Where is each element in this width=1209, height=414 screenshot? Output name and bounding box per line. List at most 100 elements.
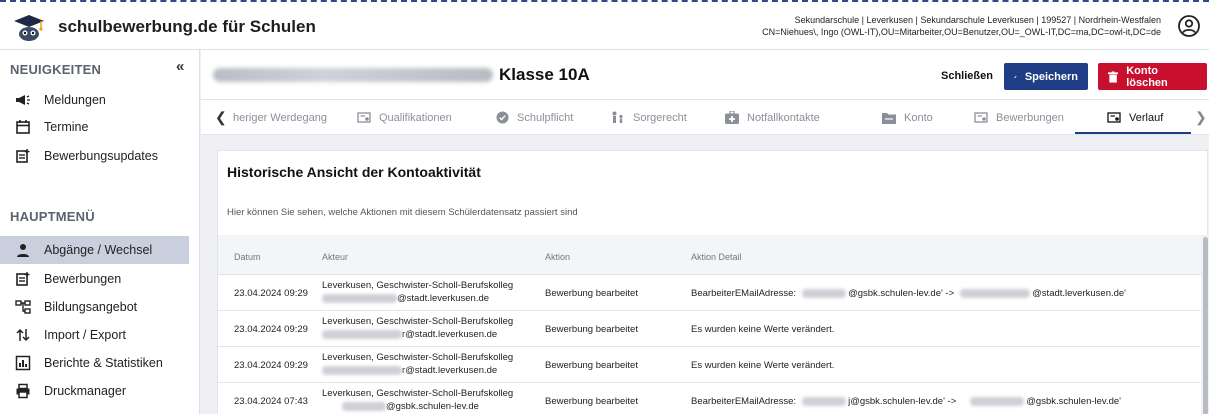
row-actor-email: r@stadt.leverkusen.de — [322, 329, 497, 340]
sidebar-item-bewerbungsupdates[interactable]: Bewerbungsupdates — [0, 142, 189, 170]
column-header-aktion[interactable]: Aktion — [545, 252, 570, 262]
sidebar-item-meldungen[interactable]: Meldungen — [0, 86, 189, 114]
row-actor-institution: Leverkusen, Geschwister-Scholl-Berufskol… — [322, 352, 514, 363]
calendar-icon — [14, 118, 32, 136]
tab-label: Bewerbungen — [996, 111, 1064, 124]
history-table-header: Datum Akteur Aktion Aktion Detail — [218, 235, 1201, 275]
graduation-cap-logo-icon[interactable] — [12, 12, 46, 42]
history-subtitle: Hier können Sie sehen, welche Aktionen m… — [227, 207, 578, 218]
table-row[interactable]: 23.04.2024 09:29 Leverkusen, Geschwister… — [218, 347, 1201, 383]
collapse-sidebar-button[interactable]: « — [176, 58, 184, 75]
row-actor-email-domain: @stadt.leverkusen.de — [397, 293, 490, 304]
history-title: Historische Ansicht der Kontoaktivität — [227, 164, 481, 180]
redacted-text — [322, 365, 402, 375]
redacted-text — [322, 329, 402, 339]
tab-label: Konto — [904, 111, 933, 124]
detail-new-value: @gsbk.schulen-lev.de' — [1026, 396, 1121, 407]
row-action-detail: Es wurden keine Werte verändert. — [691, 324, 835, 335]
user-account-icon[interactable] — [1177, 14, 1201, 38]
family-icon — [612, 111, 623, 123]
row-action-detail: Es wurden keine Werte verändert. — [691, 360, 835, 371]
table-row[interactable]: 23.04.2024 09:29 Leverkusen, Geschwister… — [218, 311, 1201, 347]
user-info: Sekundarschule | Leverkusen | Sekundarsc… — [762, 14, 1161, 38]
row-action: Bewerbung bearbeitet — [545, 396, 638, 407]
save-button[interactable]: Speichern — [1004, 63, 1088, 90]
save-button-label: Speichern — [1024, 70, 1078, 83]
megaphone-icon — [14, 91, 32, 109]
redacted-text — [970, 397, 1025, 406]
history-card: Historische Ansicht der Kontoaktivität H… — [217, 150, 1209, 414]
sidebar-item-import-export[interactable]: Import / Export — [0, 321, 189, 349]
tab-bewerbungen[interactable]: Bewerbungen — [974, 100, 1064, 135]
sidebar-item-termine[interactable]: Termine — [0, 113, 189, 141]
row-action: Bewerbung bearbeitet — [545, 324, 638, 335]
row-actor-institution: Leverkusen, Geschwister-Scholl-Berufskol… — [322, 280, 514, 291]
user-info-school: Sekundarschule | Leverkusen | Sekundarsc… — [794, 15, 1161, 25]
row-date: 23.04.2024 09:29 — [234, 360, 308, 371]
tab-bisheriger-werdegang[interactable]: heriger Werdegang — [233, 100, 327, 135]
sidebar-item-berichte-statistiken[interactable]: Berichte & Statistiken — [0, 349, 189, 377]
sidebar-item-label: Meldungen — [44, 93, 106, 107]
redacted-text — [322, 293, 397, 303]
student-name-redacted — [213, 68, 493, 82]
column-header-datum[interactable]: Datum — [234, 252, 261, 262]
tab-qualifikationen[interactable]: Qualifikationen — [357, 100, 452, 135]
delete-button-label: Konto löschen — [1126, 64, 1168, 89]
import-export-icon — [14, 326, 32, 344]
tab-verlauf[interactable]: Verlauf — [1107, 100, 1163, 135]
sidebar-item-label: Abgänge / Wechsel — [44, 243, 153, 257]
tab-notfallkontakte[interactable]: Notfallkontakte — [725, 100, 820, 135]
row-action: Bewerbung bearbeitet — [545, 360, 638, 371]
sidebar-item-label: Bildungsangebot — [44, 300, 138, 314]
detail-new-value: @stadt.leverkusen.de' — [1032, 288, 1126, 299]
redacted-text — [802, 289, 847, 298]
app-title: schulbewerbung.de für Schulen — [58, 17, 316, 36]
tab-sorgerecht[interactable]: Sorgerecht — [611, 100, 687, 135]
sidebar-item-druckmanager[interactable]: Druckmanager — [0, 377, 189, 405]
row-date: 23.04.2024 09:29 — [234, 324, 308, 335]
row-actor-email: @gsbk.schulen-lev.de — [322, 401, 479, 412]
row-actor-institution: Leverkusen, Geschwister-Scholl-Berufskol… — [322, 316, 514, 327]
tab-label: Sorgerecht — [633, 111, 687, 124]
column-header-aktion-detail[interactable]: Aktion Detail — [691, 252, 742, 262]
row-action: Bewerbung bearbeitet — [545, 288, 638, 299]
delete-account-button[interactable]: Konto löschen — [1098, 63, 1207, 90]
sidebar-item-bildungsangebot[interactable]: Bildungsangebot — [0, 293, 189, 321]
detail-prefix: BearbeiterEMailAdresse: — [691, 288, 797, 299]
pencil-icon — [1014, 75, 1017, 78]
tab-schulpflicht[interactable]: Schulpflicht — [496, 100, 573, 135]
sidebar-item-label: Bewerbungsupdates — [44, 149, 158, 163]
row-action-detail: BearbeiterEMailAdresse: @gsbk.schulen-le… — [691, 288, 1126, 299]
document-plus-icon — [14, 270, 32, 288]
sidebar-item-bewerbungen[interactable]: Bewerbungen — [0, 265, 189, 293]
redacted-text — [342, 401, 386, 411]
redacted-text — [960, 289, 1031, 298]
sitemap-icon — [14, 298, 32, 316]
folder-icon — [882, 112, 896, 124]
trash-icon — [1108, 70, 1119, 83]
tabs-scroll-left-button[interactable]: ❮ — [215, 109, 227, 126]
tab-label: Qualifikationen — [379, 111, 452, 124]
tabs-scroll-right-button[interactable]: ❯ — [1195, 109, 1207, 126]
row-date: 23.04.2024 09:29 — [234, 288, 308, 299]
certificate-icon — [357, 111, 371, 123]
detail-old-value: @gsbk.schulen-lev.de' -> — [848, 288, 955, 299]
close-button[interactable]: Schließen — [941, 70, 993, 82]
sidebar-main-heading: HAUPTMENÜ — [10, 209, 95, 224]
row-actor-email: r@stadt.leverkusen.de — [322, 365, 497, 376]
sidebar-news-heading: NEUIGKEITEN — [10, 62, 102, 77]
active-tab-indicator — [1075, 132, 1191, 134]
table-row[interactable]: 23.04.2024 09:29 Leverkusen, Geschwister… — [218, 275, 1201, 311]
row-actor-email-domain: @gsbk.schulen-lev.de — [386, 401, 479, 412]
sidebar-item-abgaenge-wechsel[interactable]: Abgänge / Wechsel — [0, 236, 189, 264]
tab-konto[interactable]: Konto — [882, 100, 933, 135]
sidebar-item-label: Berichte & Statistiken — [44, 356, 163, 370]
row-action-detail: BearbeiterEMailAdresse: j@gsbk.schulen-l… — [691, 396, 1121, 407]
table-scrollbar-thumb[interactable] — [1203, 237, 1208, 414]
redacted-text — [802, 397, 847, 406]
class-label: Klasse 10A — [499, 65, 590, 84]
table-row[interactable]: 23.04.2024 07:43 Leverkusen, Geschwister… — [218, 383, 1201, 414]
sidebar-item-label: Druckmanager — [44, 384, 126, 398]
column-header-akteur[interactable]: Akteur — [322, 252, 348, 262]
top-bar: schulbewerbung.de für Schulen Sekundarsc… — [0, 0, 1209, 50]
